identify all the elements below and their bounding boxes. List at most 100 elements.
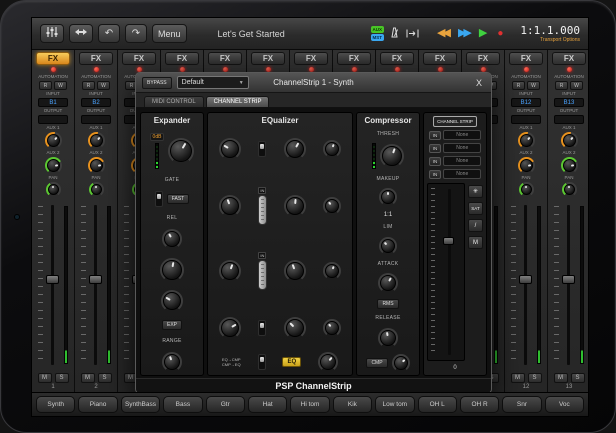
fx-button[interactable]: FX bbox=[552, 52, 586, 65]
fx-button[interactable]: FX bbox=[251, 52, 285, 65]
read-button[interactable]: R bbox=[39, 81, 52, 90]
eq-freq-knob[interactable] bbox=[284, 317, 306, 339]
locate-button[interactable] bbox=[405, 25, 420, 43]
track-tab[interactable]: Piano bbox=[78, 396, 117, 413]
pan-knob[interactable] bbox=[519, 182, 534, 197]
output-value[interactable] bbox=[81, 115, 111, 124]
makeup-knob[interactable] bbox=[379, 188, 397, 206]
fx-button[interactable]: FX bbox=[165, 52, 199, 65]
fx-button[interactable]: FX bbox=[380, 52, 414, 65]
aux1-knob[interactable] bbox=[88, 132, 105, 149]
rack-mute-button[interactable]: M bbox=[468, 236, 483, 249]
track-tab[interactable]: Hi tom bbox=[290, 396, 329, 413]
output-value[interactable] bbox=[511, 115, 541, 124]
eq-gain-knob[interactable] bbox=[219, 138, 241, 160]
pan-knob[interactable] bbox=[562, 182, 577, 197]
mute-button[interactable]: M bbox=[38, 373, 52, 383]
fast-forward-button[interactable]: ▶▶ bbox=[458, 28, 469, 39]
eq-q-knob[interactable] bbox=[323, 262, 341, 280]
phase-button[interactable]: / bbox=[468, 219, 483, 232]
eq-active-badge[interactable]: EQ bbox=[282, 357, 301, 367]
menu-button[interactable]: Menu bbox=[152, 24, 187, 43]
eq-q-knob[interactable] bbox=[323, 319, 341, 337]
preset-dropdown[interactable]: Default ▼ bbox=[177, 76, 249, 89]
expander-knee-knob[interactable] bbox=[161, 290, 183, 312]
output-value[interactable] bbox=[38, 115, 68, 124]
sat-button[interactable]: SAT bbox=[468, 202, 483, 215]
input-value[interactable]: B13 bbox=[554, 98, 584, 107]
solo-button[interactable]: S bbox=[98, 373, 112, 383]
insert-in-button[interactable]: IN bbox=[429, 144, 442, 153]
track-tab[interactable]: Kik bbox=[333, 396, 372, 413]
solo-button[interactable]: S bbox=[55, 373, 69, 383]
mst-badge[interactable]: MST bbox=[371, 34, 385, 41]
gate-switch[interactable] bbox=[155, 191, 163, 207]
track-tab[interactable]: Low tom bbox=[375, 396, 414, 413]
metronome-button[interactable] bbox=[389, 25, 400, 43]
input-value[interactable]: B1 bbox=[38, 98, 68, 107]
read-button[interactable]: R bbox=[555, 81, 568, 90]
aux2-knob[interactable] bbox=[561, 157, 578, 174]
mute-button[interactable]: M bbox=[511, 373, 525, 383]
expander-thresh-knob[interactable] bbox=[168, 138, 194, 164]
release-knob[interactable] bbox=[378, 328, 398, 348]
fx-button[interactable]: FX bbox=[208, 52, 242, 65]
rack-fader[interactable] bbox=[427, 183, 465, 361]
band-type-switch[interactable] bbox=[258, 195, 267, 225]
input-value[interactable]: B2 bbox=[81, 98, 111, 107]
track-tab[interactable]: Synth bbox=[36, 396, 75, 413]
write-button[interactable]: W bbox=[54, 81, 67, 90]
fx-button[interactable]: FX bbox=[294, 52, 328, 65]
eq-gain-knob[interactable] bbox=[219, 317, 241, 339]
fader-handle[interactable] bbox=[89, 275, 102, 284]
routing-switch[interactable] bbox=[258, 354, 266, 370]
output-value[interactable] bbox=[554, 115, 584, 124]
undo-button[interactable]: ↶ bbox=[98, 24, 120, 43]
expander-ratio-knob[interactable] bbox=[160, 258, 184, 282]
eq-freq-knob[interactable] bbox=[284, 138, 306, 160]
lim-knob[interactable] bbox=[379, 237, 397, 255]
aux1-knob[interactable] bbox=[45, 132, 62, 149]
insert-in-button[interactable]: IN bbox=[429, 170, 442, 179]
aux2-knob[interactable] bbox=[45, 157, 62, 174]
eq-q-knob[interactable] bbox=[323, 140, 341, 158]
aux1-knob[interactable] bbox=[518, 132, 535, 149]
band-type-switch[interactable] bbox=[258, 141, 266, 157]
tab-channel-strip[interactable]: CHANNEL STRIP bbox=[206, 96, 270, 107]
time-display[interactable]: 1:1.1.000 bbox=[520, 25, 580, 37]
fx-button[interactable]: FX bbox=[79, 52, 113, 65]
insert-dropdown[interactable]: None bbox=[443, 130, 481, 140]
fx-button[interactable]: FX bbox=[36, 52, 70, 65]
comp-thresh-knob[interactable] bbox=[380, 144, 404, 168]
eq-freq-knob[interactable] bbox=[284, 195, 306, 217]
track-tab[interactable]: SynthBass bbox=[121, 396, 160, 413]
comp-output-knob[interactable] bbox=[392, 354, 410, 372]
insert-dropdown[interactable]: None bbox=[443, 156, 481, 166]
aux1-knob[interactable] bbox=[561, 132, 578, 149]
eq-freq-knob[interactable] bbox=[284, 260, 306, 282]
eq-gain-knob[interactable] bbox=[219, 195, 241, 217]
expander-rel-knob[interactable] bbox=[162, 229, 182, 249]
freeze-button[interactable]: ✳ bbox=[468, 185, 483, 198]
fader-handle[interactable] bbox=[46, 275, 59, 284]
fx-button[interactable]: FX bbox=[466, 52, 500, 65]
fx-button[interactable]: FX bbox=[337, 52, 371, 65]
range-knob[interactable] bbox=[162, 352, 182, 372]
record-indicator[interactable] bbox=[524, 67, 529, 72]
read-button[interactable]: R bbox=[82, 81, 95, 90]
mute-button[interactable]: M bbox=[81, 373, 95, 383]
mute-button[interactable]: M bbox=[554, 373, 568, 383]
record-button[interactable]: ● bbox=[497, 28, 503, 39]
write-button[interactable]: W bbox=[570, 81, 583, 90]
track-tab[interactable]: OH R bbox=[460, 396, 499, 413]
fx-button[interactable]: FX bbox=[423, 52, 457, 65]
channel-fader[interactable] bbox=[32, 200, 74, 370]
insert-in-button[interactable]: IN bbox=[429, 157, 442, 166]
track-tab[interactable]: Hat bbox=[248, 396, 287, 413]
fast-button[interactable]: FAST bbox=[167, 194, 190, 204]
track-tab[interactable]: OH L bbox=[418, 396, 457, 413]
insert-dropdown[interactable]: None bbox=[443, 169, 481, 179]
input-value[interactable]: B12 bbox=[511, 98, 541, 107]
eq-q-knob[interactable] bbox=[323, 197, 341, 215]
cmp-button[interactable]: CMP bbox=[366, 358, 387, 368]
